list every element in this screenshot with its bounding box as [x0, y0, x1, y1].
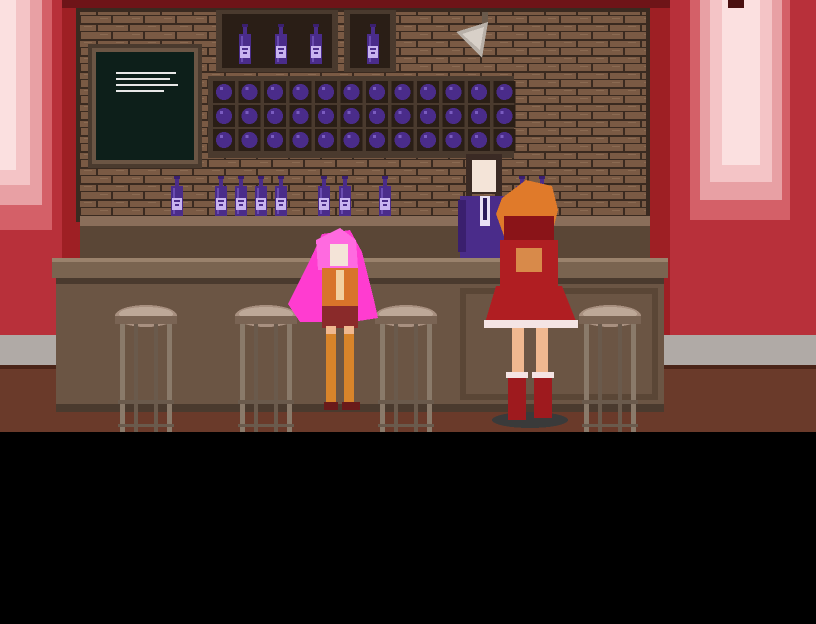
wine-bottle-end — [241, 132, 258, 148]
wine-bottle-end — [267, 84, 283, 100]
chalkboard-menu — [88, 44, 202, 168]
wine-bottle-end — [496, 84, 513, 100]
wine-bottle-end — [343, 84, 360, 100]
wine-bottle-end — [394, 84, 411, 100]
wine-bottle-end — [445, 132, 462, 148]
wine-bottle-end — [267, 108, 283, 124]
wine-bottle-end — [241, 84, 258, 100]
wine-bottle-end — [343, 108, 360, 124]
wine-bottle-end — [318, 108, 334, 124]
wine-bottle-end — [369, 108, 385, 124]
wine-bottle-end — [420, 132, 436, 148]
wine-bottle-end — [267, 132, 283, 148]
wine-bottle-end — [241, 108, 258, 124]
wine-bottle-end — [292, 132, 309, 148]
wine-bottle-end — [496, 108, 513, 124]
upper-bottle-cabinet — [216, 10, 396, 72]
wine-bottle-end — [445, 108, 462, 124]
wine-bottle-end — [369, 132, 385, 148]
right-curtain — [670, 0, 816, 340]
wine-bottle-end — [394, 108, 411, 124]
wine-bottle-end — [292, 108, 309, 124]
wine-bottle-end — [471, 84, 487, 100]
wine-bottle-end — [318, 84, 334, 100]
left-curtain — [0, 0, 62, 340]
wine-bottle-end — [216, 132, 232, 148]
wine-bottle-end — [318, 132, 334, 148]
wine-bottle-end — [394, 132, 411, 148]
wine-bottle-end — [471, 132, 487, 148]
wine-bottle-end — [420, 108, 436, 124]
game-scene — [0, 0, 816, 432]
wine-bottle-end — [343, 132, 360, 148]
wine-bottle-end — [496, 132, 513, 148]
wine-bottle-end — [445, 84, 462, 100]
wine-bottle-end — [471, 108, 487, 124]
dialogue-box[interactable] — [0, 432, 816, 624]
wine-bottle-end — [216, 108, 232, 124]
wine-bottle-end — [369, 84, 385, 100]
wine-bottle-end — [420, 84, 436, 100]
wine-bottle-end — [216, 84, 232, 100]
wine-rack — [208, 76, 516, 158]
wine-bottle-end — [292, 84, 309, 100]
